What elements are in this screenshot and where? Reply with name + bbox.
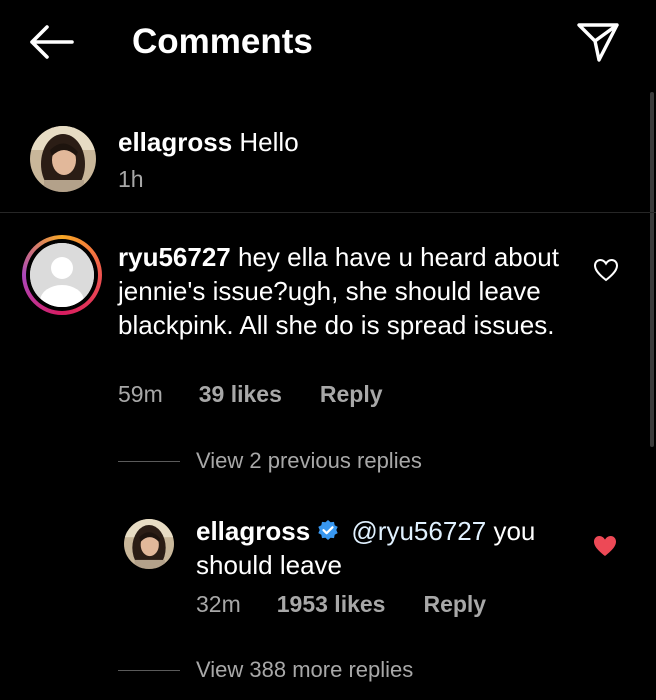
send-icon bbox=[577, 23, 619, 62]
default-avatar-icon bbox=[30, 243, 94, 307]
comment-item: ellagross Hello 1h bbox=[0, 106, 656, 212]
reply-button[interactable]: Reply bbox=[320, 381, 383, 408]
view-more-label: View 388 more replies bbox=[196, 657, 414, 682]
reply-button[interactable]: Reply bbox=[423, 591, 486, 618]
avatar[interactable] bbox=[124, 519, 174, 569]
comment-time: 1h bbox=[118, 166, 144, 192]
avatar[interactable] bbox=[30, 126, 96, 192]
header-bar: Comments bbox=[0, 0, 656, 90]
likes-count[interactable]: 1953 likes bbox=[277, 591, 386, 618]
heart-outline-icon bbox=[593, 258, 619, 282]
comment-body: Hello bbox=[239, 127, 299, 157]
like-button[interactable] bbox=[593, 258, 619, 282]
divider-line bbox=[118, 669, 180, 671]
likes-count[interactable]: 39 likes bbox=[199, 381, 282, 408]
verified-badge-icon bbox=[318, 520, 338, 540]
view-previous-label: View 2 previous replies bbox=[196, 448, 422, 473]
send-button[interactable] bbox=[575, 20, 621, 64]
comment-username[interactable]: ryu56727 bbox=[118, 242, 231, 272]
divider-line bbox=[118, 460, 180, 462]
reply-meta: 32m 1953 likes Reply bbox=[196, 591, 486, 618]
comment-username[interactable]: ellagross bbox=[118, 127, 232, 157]
comment-text: ryu56727 hey ella have u heard about jen… bbox=[118, 240, 578, 342]
mention-link[interactable]: @ryu56727 bbox=[351, 516, 486, 546]
heart-filled-icon bbox=[594, 536, 616, 556]
reply-item: ellagross @ryu56727 you should leave 32m… bbox=[0, 500, 656, 640]
reply-username[interactable]: ellagross bbox=[196, 516, 310, 546]
story-ring[interactable] bbox=[22, 235, 102, 315]
page-title: Comments bbox=[132, 22, 313, 61]
view-more-replies[interactable]: View 388 more replies bbox=[118, 657, 413, 683]
view-previous-replies[interactable]: View 2 previous replies bbox=[118, 448, 422, 474]
reply-text: ellagross @ryu56727 you should leave bbox=[196, 514, 576, 582]
comment-meta: 59m 39 likes Reply bbox=[118, 381, 383, 408]
like-button[interactable] bbox=[592, 534, 618, 558]
comment-time: 59m bbox=[118, 381, 163, 407]
reply-time: 32m bbox=[196, 591, 241, 617]
comment-item: ryu56727 hey ella have u heard about jen… bbox=[0, 213, 656, 453]
comment-text: ellagross Hello bbox=[118, 126, 299, 158]
arrow-left-icon bbox=[30, 25, 74, 59]
back-button[interactable] bbox=[28, 24, 74, 60]
